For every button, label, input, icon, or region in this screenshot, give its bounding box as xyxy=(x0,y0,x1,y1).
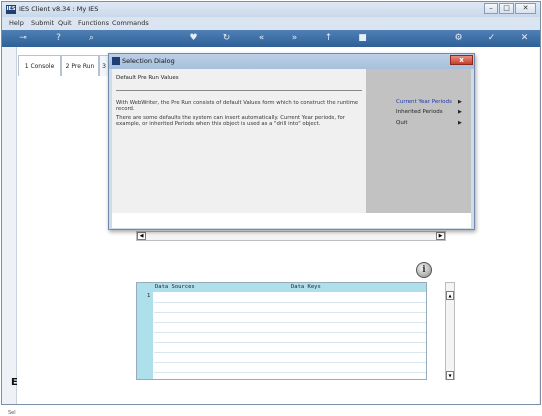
app-logo-icon: IES xyxy=(6,5,16,14)
fast-forward-icon[interactable]: » xyxy=(289,33,300,44)
menu-quit[interactable]: Quit xyxy=(58,19,72,27)
table-row xyxy=(154,302,426,303)
table-row xyxy=(154,352,426,353)
minimize-button[interactable]: – xyxy=(484,3,498,14)
heart-icon[interactable]: ♥ xyxy=(188,33,199,44)
chevron-right-icon: ▶ xyxy=(458,109,462,115)
scroll-left-icon[interactable]: ◀ xyxy=(137,232,146,240)
search-icon[interactable]: ⌕ xyxy=(86,33,97,44)
title-bar: IES IES Client v8.34 : My IES – □ ✕ xyxy=(2,2,540,17)
dialog-paragraph-1: With WebWriter, the Pre Run consists of … xyxy=(116,100,359,113)
scroll-up-icon[interactable]: ▲ xyxy=(446,291,454,300)
close-icon[interactable]: ✕ xyxy=(519,33,530,44)
menu-commands[interactable]: Commands xyxy=(112,19,149,27)
window-title: IES Client v8.34 : My IES xyxy=(19,5,99,13)
selection-dialog: Selection Dialog x Default Pre Run Value… xyxy=(108,53,475,230)
vertical-scrollbar[interactable]: ▲ ▼ xyxy=(445,282,455,380)
scroll-right-icon[interactable]: ▶ xyxy=(436,232,445,240)
menu-functions[interactable]: Functions xyxy=(78,19,109,27)
column-header-data-sources[interactable]: Data Sources xyxy=(155,284,195,290)
chevron-right-icon: ▶ xyxy=(458,120,462,126)
tab-console[interactable]: 1 Console xyxy=(18,55,61,76)
rewind-icon[interactable]: « xyxy=(256,33,267,44)
row-number-column xyxy=(137,292,153,379)
column-header-data-keys[interactable]: Data Keys xyxy=(291,284,321,290)
dialog-description-panel: Default Pre Run Values With WebWriter, t… xyxy=(112,69,366,213)
dialog-options-panel: Current Year Periods ▶ Inherited Periods… xyxy=(366,69,471,213)
table-row xyxy=(154,322,426,323)
maximize-button[interactable]: □ xyxy=(499,3,514,14)
check-icon[interactable]: ✓ xyxy=(486,33,497,44)
option-inherited-periods[interactable]: Inherited Periods xyxy=(396,109,443,115)
horizontal-scrollbar[interactable]: ◀ ▶ xyxy=(136,231,446,241)
data-table[interactable]: Data Sources Data Keys 1 xyxy=(136,282,427,380)
dialog-title-bar[interactable]: Selection Dialog x xyxy=(109,54,474,69)
toolbar: ⊸ ? ⌕ ♥ ↻ « » ↑ ■ ⚙ ✓ ✕ xyxy=(2,30,540,47)
stop-icon[interactable]: ■ xyxy=(357,33,368,44)
table-header: Data Sources Data Keys xyxy=(137,283,426,292)
dialog-paragraph-2: There are some defaults the system can i… xyxy=(116,115,345,128)
chevron-right-icon: ▶ xyxy=(458,99,462,105)
dialog-heading: Default Pre Run Values xyxy=(116,75,179,81)
table-row xyxy=(154,372,426,373)
scroll-down-icon[interactable]: ▼ xyxy=(446,371,454,380)
menu-bar: Help Submit Quit Functions Commands xyxy=(2,17,540,30)
help-icon[interactable]: ? xyxy=(53,33,64,44)
table-row xyxy=(154,312,426,313)
key-icon[interactable]: ⊸ xyxy=(14,33,32,44)
info-icon[interactable]: i xyxy=(416,262,432,278)
dialog-title: Selection Dialog xyxy=(122,57,175,65)
dialog-separator xyxy=(116,90,362,91)
settings-icon[interactable]: ⚙ xyxy=(453,33,464,44)
dialog-app-icon xyxy=(112,57,120,65)
refresh-icon[interactable]: ↻ xyxy=(221,33,232,44)
option-current-year-periods[interactable]: Current Year Periods xyxy=(396,99,452,105)
table-row xyxy=(154,362,426,363)
row-number: 1 xyxy=(147,293,151,299)
menu-submit[interactable]: Submit xyxy=(31,19,54,27)
sidebar-label: Sel xyxy=(8,410,16,416)
table-row xyxy=(154,342,426,343)
up-icon[interactable]: ↑ xyxy=(323,33,334,44)
option-quit[interactable]: Quit xyxy=(396,120,408,126)
tab-pre-run[interactable]: 2 Pre Run xyxy=(61,55,99,76)
close-window-button[interactable]: ✕ xyxy=(515,3,536,14)
dialog-body: Default Pre Run Values With WebWriter, t… xyxy=(112,69,471,228)
menu-help[interactable]: Help xyxy=(9,19,24,27)
table-row xyxy=(154,332,426,333)
left-sidebar: Sel E xyxy=(2,47,18,416)
dialog-close-button[interactable]: x xyxy=(450,55,473,65)
